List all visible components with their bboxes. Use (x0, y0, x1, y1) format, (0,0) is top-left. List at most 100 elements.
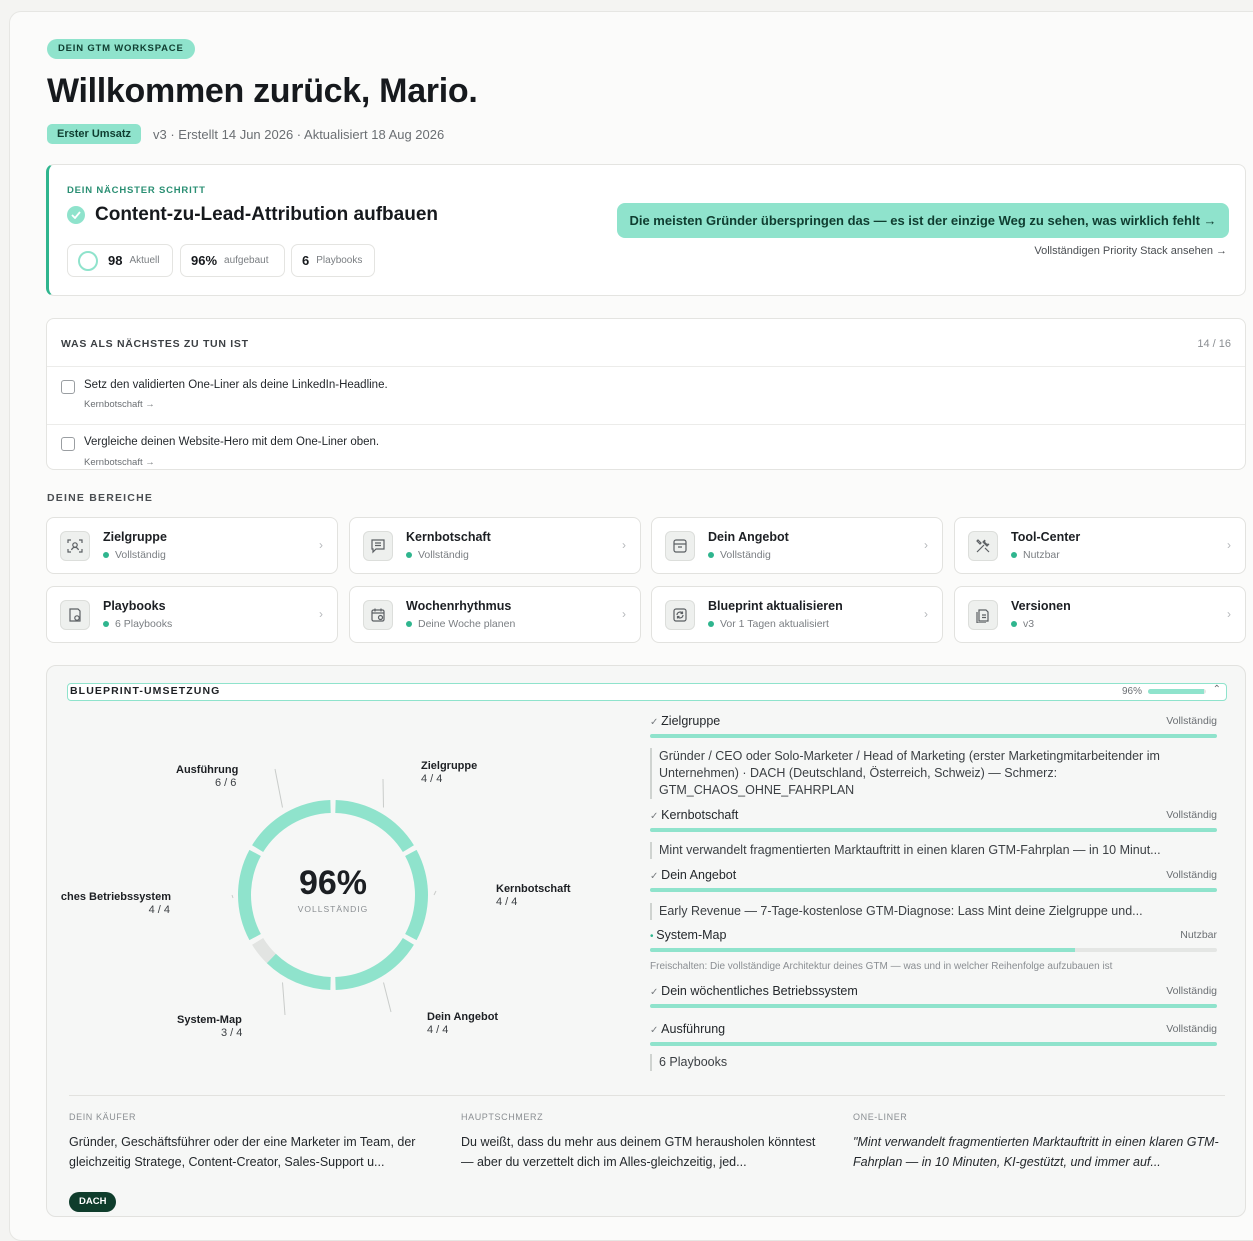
calendar-icon (363, 600, 393, 630)
status-dot (708, 552, 714, 558)
donut-leader-line (382, 778, 384, 808)
tile-title: Blueprint aktualisieren (708, 599, 843, 613)
footer-pain: HAUPTSCHMERZ Du weißt, dass du mehr aus … (461, 1112, 831, 1172)
refresh-icon (665, 600, 695, 630)
tile-status: Vollständig (103, 549, 166, 561)
area-tile-blueprint-update[interactable]: Blueprint aktualisieren Vor 1 Tagen aktu… (651, 586, 943, 643)
todo-link[interactable]: Kernbotschaft → (84, 457, 155, 468)
tile-title: Tool-Center (1011, 530, 1081, 544)
donut-count-betriebssystem: 4 / 4 (148, 904, 170, 916)
phase-badge: Erster Umsatz (47, 124, 141, 144)
section-name-text: Ausführung (661, 1022, 726, 1036)
blueprint-progress-fill (1148, 689, 1204, 694)
section-name-text: Zielgruppe (661, 714, 721, 728)
chevron-check-icon: ✓ (650, 811, 662, 822)
section-state: Vollständig (1166, 715, 1217, 727)
footer-oneliner: ONE-LINER "Mint verwandelt fragmentierte… (853, 1112, 1225, 1172)
blueprint-card: BLUEPRINT-UMSETZUNG 96% ⌃ Ausführung 6 /… (46, 665, 1246, 1217)
donut-label-system-map: System-Map (177, 1014, 242, 1026)
chevron-check-icon: ✓ (650, 1025, 662, 1036)
donut-leader-line (383, 982, 392, 1013)
tile-title: Playbooks (103, 599, 166, 613)
section-progress-fill (650, 734, 1217, 738)
stat-playbooks: 6 Playbooks (291, 244, 375, 277)
footer-oneliner-label: ONE-LINER (853, 1112, 908, 1122)
section-name: ✓ Zielgruppe (650, 714, 720, 728)
section-progress-track (650, 828, 1217, 832)
donut-segment-done (335, 937, 414, 990)
tile-status: Vollständig (708, 549, 771, 561)
todo-item: Setz den validierten One-Liner als deine… (47, 366, 1245, 424)
section-body: Gründer / CEO oder Solo-Marketer / Head … (650, 748, 1217, 799)
chevron-check-icon: ✓ (650, 871, 662, 882)
section-progress-fill (650, 1042, 1217, 1046)
donut-count-system-map: 3 / 4 (221, 1027, 243, 1039)
blueprint-percent: 96% (1121, 686, 1142, 697)
donut-count-zielgruppe: 4 / 4 (421, 773, 443, 785)
section-body: 6 Playbooks (650, 1054, 1217, 1071)
section-state: Nutzbar (1180, 929, 1217, 941)
stat-current: 98 Aktuell (67, 244, 173, 277)
todo-link[interactable]: Kernbotschaft → (84, 399, 155, 410)
area-tile-angebot[interactable]: Dein Angebot Vollständig › (651, 517, 943, 574)
section-name-text: System-Map (656, 928, 727, 942)
stat-value: 98 (108, 253, 123, 268)
stat-label: aufgebaut (224, 255, 269, 266)
workspace-badge: DEIN GTM WORKSPACE (47, 39, 195, 59)
chevron-right-icon: › (1227, 538, 1231, 552)
status-dot (708, 621, 714, 627)
footer-pain-text: Du weißt, dass du mehr aus deinem GTM he… (461, 1135, 816, 1169)
chevron-right-icon: › (924, 538, 928, 552)
todo-checkbox[interactable] (61, 437, 75, 451)
donut-leader-line (274, 768, 283, 808)
donut-segment-done (252, 800, 331, 853)
donut-count-ausfuehrung: 6 / 6 (215, 777, 237, 789)
section-progress-fill (650, 828, 1217, 832)
section-progress-fill (650, 1004, 1217, 1008)
area-tile-kernbotschaft[interactable]: Kernbotschaft Vollständig › (349, 517, 641, 574)
donut-label-zielgruppe: Zielgruppe (421, 760, 478, 772)
section-progress-track (650, 948, 1217, 952)
blueprint-heading: BLUEPRINT-UMSETZUNG (70, 685, 221, 697)
section-state: Vollständig (1166, 1023, 1217, 1035)
priority-stack-link[interactable]: Vollständigen Priority Stack ansehen → (1034, 245, 1227, 257)
footer-pain-label: HAUPTSCHMERZ (461, 1112, 544, 1122)
footer-buyer: DEIN KÄUFER Gründer, Geschäftsführer ode… (69, 1112, 439, 1172)
status-dot (1011, 621, 1017, 627)
area-tile-wochenrhythmus[interactable]: Wochenrhythmus Deine Woche planen › (349, 586, 641, 643)
status-dot (1011, 552, 1017, 558)
version-meta: v3 · Erstellt 14 Jun 2026 · Aktualisiert… (153, 127, 445, 142)
todo-checkbox[interactable] (61, 380, 75, 394)
area-tile-versionen[interactable]: Versionen v3 › (954, 586, 1246, 643)
chevron-right-icon: › (319, 607, 323, 621)
tile-status-text: 6 Playbooks (115, 618, 173, 630)
tile-status-text: v3 (1023, 618, 1035, 630)
donut-leader-line (231, 894, 234, 899)
section-progress-fill (650, 948, 1076, 952)
donut-leader-line (433, 890, 437, 896)
section-progress-fill (650, 888, 1217, 892)
stat-built: 96% aufgebaut (180, 244, 285, 277)
status-dot (406, 621, 412, 627)
section-unlock-note: Freischalten: Die vollständige Architekt… (650, 961, 1113, 972)
todo-text: Setz den validierten One-Liner als deine… (84, 379, 388, 391)
blueprint-collapse-toggle[interactable]: BLUEPRINT-UMSETZUNG 96% ⌃ (67, 683, 1227, 701)
stat-label: Playbooks (316, 255, 363, 266)
section-state: Vollständig (1166, 869, 1217, 881)
donut-label-angebot: Dein Angebot (427, 1011, 499, 1023)
status-dot (103, 552, 109, 558)
area-tile-playbooks[interactable]: Playbooks 6 Playbooks › (46, 586, 338, 643)
donut-center-value: 96% (298, 864, 368, 902)
area-tile-zielgruppe[interactable]: Zielgruppe Vollständig › (46, 517, 338, 574)
tile-status-text: Vollständig (418, 549, 469, 561)
section-name-text: Dein wöchentliches Betriebssystem (661, 984, 858, 998)
todo-heading: WAS ALS NÄCHSTES ZU TUN IST (61, 338, 249, 350)
areas-heading: DEINE BEREICHE (47, 492, 154, 504)
donut-count-angebot: 4 / 4 (427, 1024, 449, 1036)
tile-title: Wochenrhythmus (406, 599, 512, 613)
donut-segment-done (335, 800, 414, 853)
next-step-cta-button[interactable]: Die meisten Gründer überspringen das — e… (617, 203, 1229, 238)
chevron-check-icon: ✓ (650, 987, 662, 998)
footer-divider (69, 1095, 1225, 1096)
area-tile-tool-center[interactable]: Tool-Center Nutzbar › (954, 517, 1246, 574)
